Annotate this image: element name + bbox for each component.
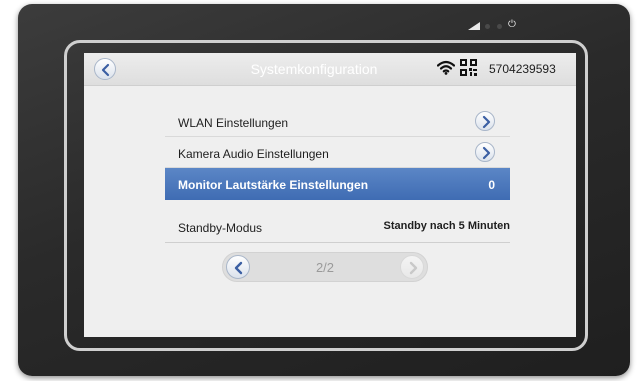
- back-button[interactable]: [94, 58, 116, 80]
- led-dot-icon: [497, 24, 502, 29]
- volume-value: 0: [488, 178, 495, 192]
- chevron-left-icon: [101, 63, 110, 77]
- page-title: Systemkonfiguration: [250, 61, 378, 77]
- open-wlan-button[interactable]: [475, 111, 495, 131]
- next-page-button[interactable]: [400, 255, 424, 279]
- open-camera-audio-button[interactable]: [475, 142, 495, 162]
- led-dot-icon: [485, 24, 490, 29]
- standby-value: Standby nach 5 Minuten: [383, 220, 510, 232]
- power-icon[interactable]: ⏻: [508, 20, 516, 30]
- status-indicators: ⏻: [468, 20, 528, 31]
- settings-item-label: Standby-Modus: [178, 221, 263, 235]
- settings-item-wlan[interactable]: WLAN Einstellungen: [165, 107, 510, 137]
- screen: Systemkonfiguration 5704239593 WLAN Eins…: [84, 53, 576, 337]
- chevron-right-icon: [482, 146, 491, 160]
- settings-item-label: Monitor Lautstärke Einstellungen: [178, 178, 369, 192]
- wifi-icon: [437, 60, 455, 75]
- settings-item-monitor-volume[interactable]: Monitor Lautstärke Einstellungen 0: [165, 168, 510, 200]
- title-bar: Systemkonfiguration 5704239593: [84, 53, 576, 86]
- signal-icon: [468, 22, 480, 30]
- settings-item-standby[interactable]: Standby-Modus Standby nach 5 Minuten: [165, 213, 510, 243]
- settings-item-label: WLAN Einstellungen: [178, 116, 289, 130]
- device-id: 5704239593: [489, 62, 556, 76]
- chevron-right-icon: [482, 115, 491, 129]
- page-indicator: 2/2: [315, 260, 335, 275]
- chevron-right-icon: [409, 261, 418, 275]
- qr-code-icon: [460, 59, 477, 76]
- pagination: 2/2: [222, 252, 428, 282]
- settings-item-label: Kamera Audio Einstellungen: [178, 147, 329, 161]
- settings-item-camera-audio[interactable]: Kamera Audio Einstellungen: [165, 138, 510, 168]
